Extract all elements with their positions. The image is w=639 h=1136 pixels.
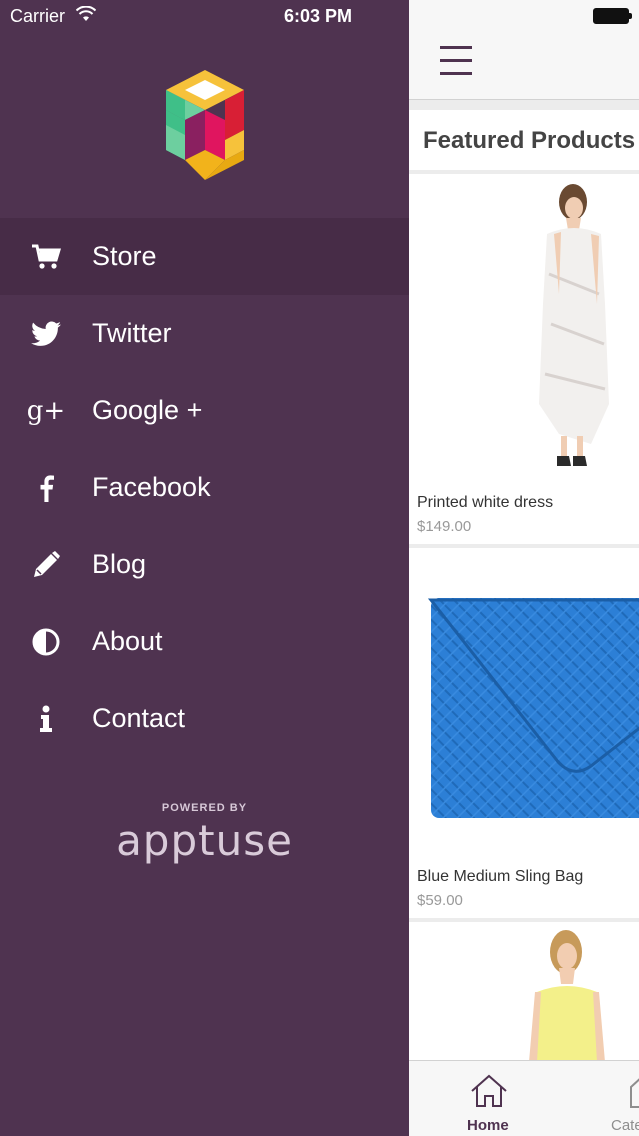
half-circle-icon <box>30 626 62 658</box>
tab-label: Cate <box>611 1117 639 1134</box>
product-image <box>529 930 605 1062</box>
menu-item-label: Contact <box>92 703 186 733</box>
menu-item-store[interactable]: Store <box>0 218 409 295</box>
menu-item-contact[interactable]: Contact <box>0 680 409 757</box>
menu-item-label: Google + <box>92 395 203 425</box>
section-title: Featured Products <box>409 110 639 170</box>
home-icon <box>471 1074 507 1107</box>
menu-item-label: About <box>92 626 163 656</box>
tab-categories[interactable]: Cate <box>609 1061 639 1136</box>
product-price: $149.00 <box>417 518 472 535</box>
menu-item-facebook[interactable]: Facebook <box>0 449 409 526</box>
drawer-menu: Store Twitter g+ Google + Facebook Blog <box>0 218 409 757</box>
hamburger-menu-icon[interactable] <box>440 46 474 78</box>
menu-item-blog[interactable]: Blog <box>0 526 409 603</box>
main-panel: Featured Products Printed white dress $1… <box>409 0 639 1136</box>
twitter-icon <box>30 318 62 350</box>
menu-item-label: Facebook <box>92 472 211 502</box>
app-logo <box>166 70 244 180</box>
menu-item-twitter[interactable]: Twitter <box>0 295 409 372</box>
product-image <box>539 184 609 466</box>
pencil-icon <box>30 549 62 581</box>
tab-home[interactable]: Home <box>459 1061 519 1136</box>
apptuse-brand: apptuse <box>116 816 293 865</box>
product-card[interactable]: Printed white dress $149.00 <box>409 174 639 544</box>
menu-item-label: Blog <box>92 549 147 579</box>
category-icon <box>630 1078 639 1108</box>
product-name: Blue Medium Sling Bag <box>417 868 584 885</box>
product-image <box>427 598 639 818</box>
product-name: Printed white dress <box>417 494 554 511</box>
status-bar: Carrier 6:03 PM <box>0 0 639 34</box>
menu-item-google-plus[interactable]: g+ Google + <box>0 372 409 449</box>
wifi-icon <box>76 6 96 21</box>
side-drawer: Store Twitter g+ Google + Facebook Blog <box>0 0 409 1136</box>
carrier-label: Carrier <box>10 6 66 26</box>
tab-label: Home <box>467 1117 509 1134</box>
tab-bar: Home Cate <box>409 1060 639 1136</box>
menu-item-label: Twitter <box>92 318 172 348</box>
cart-icon <box>30 241 62 273</box>
battery-icon <box>593 8 632 24</box>
menu-item-about[interactable]: About <box>0 603 409 680</box>
google-plus-icon: g+ <box>26 395 66 426</box>
clock: 6:03 PM <box>284 6 353 26</box>
facebook-icon <box>30 472 62 504</box>
product-price: $59.00 <box>417 892 463 909</box>
product-card[interactable]: Blue Medium Sling Bag $59.00 <box>409 548 639 918</box>
menu-item-label: Store <box>92 241 157 271</box>
product-card[interactable] <box>409 922 639 1062</box>
info-icon <box>30 703 62 735</box>
powered-by-label: POWERED BY <box>161 802 248 814</box>
